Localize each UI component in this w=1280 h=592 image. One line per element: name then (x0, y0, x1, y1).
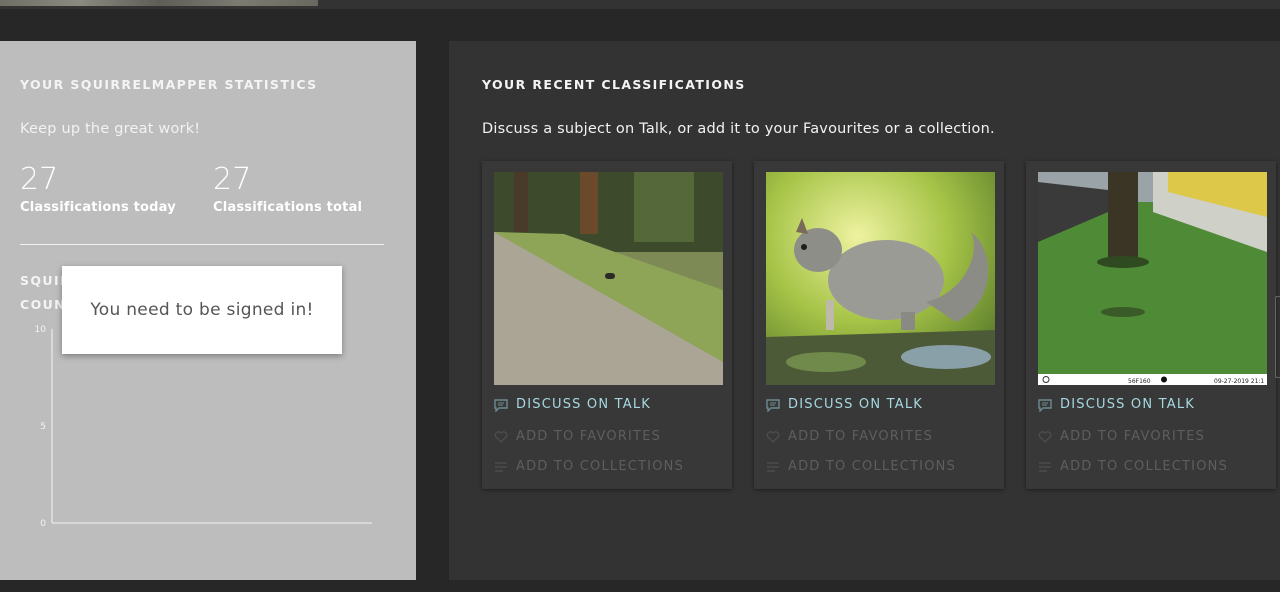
add-to-favorites-button[interactable]: ADD TO FAVORITES (766, 429, 933, 444)
subject-thumbnail[interactable] (766, 172, 995, 385)
favorites-label: ADD TO FAVORITES (1060, 429, 1206, 444)
collections-label: ADD TO COLLECTIONS (1060, 459, 1229, 474)
chart-y-tick-label: 0 (40, 519, 46, 529)
statistics-subtitle: Keep up the great work! (20, 121, 201, 137)
classifications-chart: 10 5 0 (35, 325, 372, 529)
favorites-label: ADD TO FAVORITES (788, 429, 934, 444)
stat-total-label: Classifications total (213, 200, 363, 215)
subject-image-lawn: 56F160 09-27-2019 21:1 (1038, 172, 1267, 385)
camera-stamp-date: 09-27-2019 21:1 (1214, 378, 1264, 385)
header-photo-edge (0, 0, 318, 6)
subject-thumbnail[interactable]: 56F160 09-27-2019 21:1 (1038, 172, 1267, 385)
chart-y-tick-label: 5 (40, 422, 46, 432)
speech-bubble-icon (1038, 398, 1052, 412)
discuss-on-talk-link[interactable]: DISCUSS ON TALK (494, 397, 651, 412)
sign-in-toast: You need to be signed in! (62, 266, 342, 354)
talk-label: DISCUSS ON TALK (788, 397, 924, 412)
top-strip (0, 0, 1280, 9)
classification-card: DISCUSS ON TALK ADD TO FAVORITES ADD TO … (754, 161, 1004, 489)
list-icon (1038, 460, 1052, 474)
stat-today-value: 27 (20, 162, 59, 197)
add-to-collections-button[interactable]: ADD TO COLLECTIONS (494, 459, 684, 474)
recent-heading: YOUR RECENT CLASSIFICATIONS (482, 77, 746, 92)
classification-card: 56F160 09-27-2019 21:1 DISCUSS ON TALK A… (1026, 161, 1276, 489)
add-to-collections-button[interactable]: ADD TO COLLECTIONS (766, 459, 956, 474)
discuss-on-talk-link[interactable]: DISCUSS ON TALK (766, 397, 923, 412)
chart-y-tick-label: 10 (35, 325, 47, 335)
talk-label: DISCUSS ON TALK (1060, 397, 1196, 412)
favorites-label: ADD TO FAVORITES (516, 429, 662, 444)
stats-divider (20, 244, 384, 245)
speech-bubble-icon (494, 398, 508, 412)
stat-today: 27 Classifications today (20, 162, 176, 216)
speech-bubble-icon (766, 398, 780, 412)
subject-image-path (494, 172, 723, 385)
discuss-on-talk-link[interactable]: DISCUSS ON TALK (1038, 397, 1195, 412)
collections-label: ADD TO COLLECTIONS (516, 459, 685, 474)
list-icon (766, 460, 780, 474)
carousel-edge-tab[interactable] (1275, 296, 1280, 378)
recent-classifications-panel: YOUR RECENT CLASSIFICATIONS Discuss a su… (449, 41, 1280, 580)
heart-icon (1038, 430, 1052, 444)
classification-card: DISCUSS ON TALK ADD TO FAVORITES ADD TO … (482, 161, 732, 489)
toast-message: You need to be signed in! (90, 300, 314, 320)
recent-subtitle: Discuss a subject on Talk, or add it to … (482, 121, 995, 137)
collections-label: ADD TO COLLECTIONS (788, 459, 957, 474)
stat-total-value: 27 (213, 162, 252, 197)
subject-image-squirrel (766, 172, 995, 385)
talk-label: DISCUSS ON TALK (516, 397, 652, 412)
add-to-favorites-button[interactable]: ADD TO FAVORITES (1038, 429, 1205, 444)
camera-stamp-id: 56F160 (1128, 378, 1151, 385)
statistics-heading: YOUR SQUIRRELMAPPER STATISTICS (20, 77, 318, 92)
stat-total: 27 Classifications total (213, 162, 363, 216)
heart-icon (494, 430, 508, 444)
add-to-favorites-button[interactable]: ADD TO FAVORITES (494, 429, 661, 444)
list-icon (494, 460, 508, 474)
add-to-collections-button[interactable]: ADD TO COLLECTIONS (1038, 459, 1228, 474)
heart-icon (766, 430, 780, 444)
subject-thumbnail[interactable] (494, 172, 723, 385)
stat-today-label: Classifications today (20, 200, 176, 215)
